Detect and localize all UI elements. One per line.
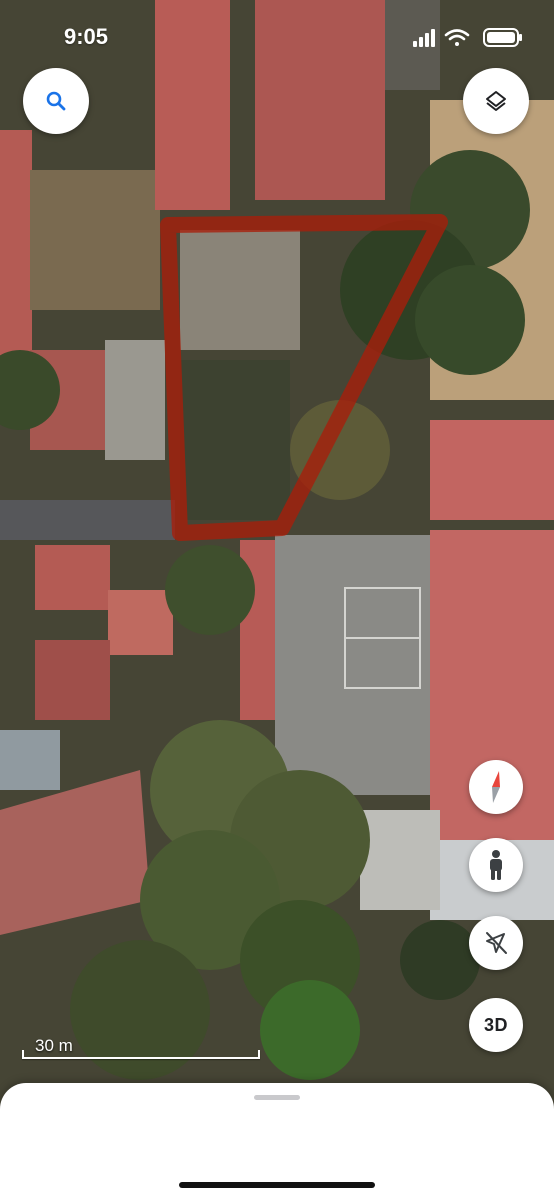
compass-button[interactable]: [469, 760, 523, 814]
3d-toggle-button[interactable]: 3D: [469, 998, 523, 1052]
status-icons: [413, 28, 522, 47]
search-icon: [46, 91, 66, 111]
home-indicator[interactable]: [179, 1182, 375, 1188]
wifi-icon: [444, 29, 470, 46]
layers-button[interactable]: [463, 68, 529, 134]
location-off-icon: [486, 932, 507, 954]
layers-icon: [486, 91, 506, 111]
scale-bar: [22, 1050, 260, 1059]
search-button[interactable]: [23, 68, 89, 134]
3d-label: 3D: [483, 1014, 508, 1035]
cellular-signal-icon: [413, 29, 435, 47]
status-bar: 9:05: [0, 0, 554, 70]
battery-icon: [483, 28, 522, 47]
compass-icon: [492, 771, 500, 803]
sheet-drag-handle[interactable]: [254, 1095, 300, 1100]
status-time: 9:05: [64, 24, 109, 49]
my-location-button[interactable]: [469, 916, 523, 970]
map-scale: 30 m: [22, 1036, 262, 1062]
street-view-button[interactable]: [469, 838, 523, 892]
pegman-icon: [490, 850, 502, 880]
